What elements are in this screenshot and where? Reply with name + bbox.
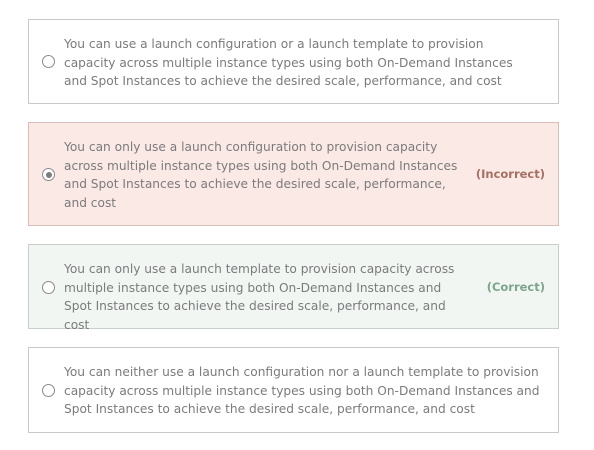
radio-button-option-3[interactable] (42, 281, 55, 294)
answer-option-3[interactable]: You can only use a launch template to pr… (28, 244, 559, 332)
answer-option-4[interactable]: You can neither use a launch configurati… (28, 347, 559, 433)
radio-button-option-4[interactable] (42, 384, 55, 397)
option-1-text: You can use a launch configuration or a … (64, 37, 513, 89)
option-2-text: You can only use a launch configuration … (64, 140, 458, 211)
radio-button-option-2[interactable] (42, 168, 55, 181)
correct-status-label: (Correct) (486, 280, 545, 294)
option-3-text: You can only use a launch template to pr… (64, 262, 455, 333)
incorrect-status-label: (Incorrect) (475, 167, 545, 181)
option-4-text: You can neither use a launch configurati… (64, 365, 540, 417)
answer-option-2[interactable]: You can only use a launch configuration … (28, 122, 559, 226)
answer-option-1[interactable]: You can use a launch configuration or a … (28, 19, 559, 104)
radio-button-option-1[interactable] (42, 55, 55, 68)
